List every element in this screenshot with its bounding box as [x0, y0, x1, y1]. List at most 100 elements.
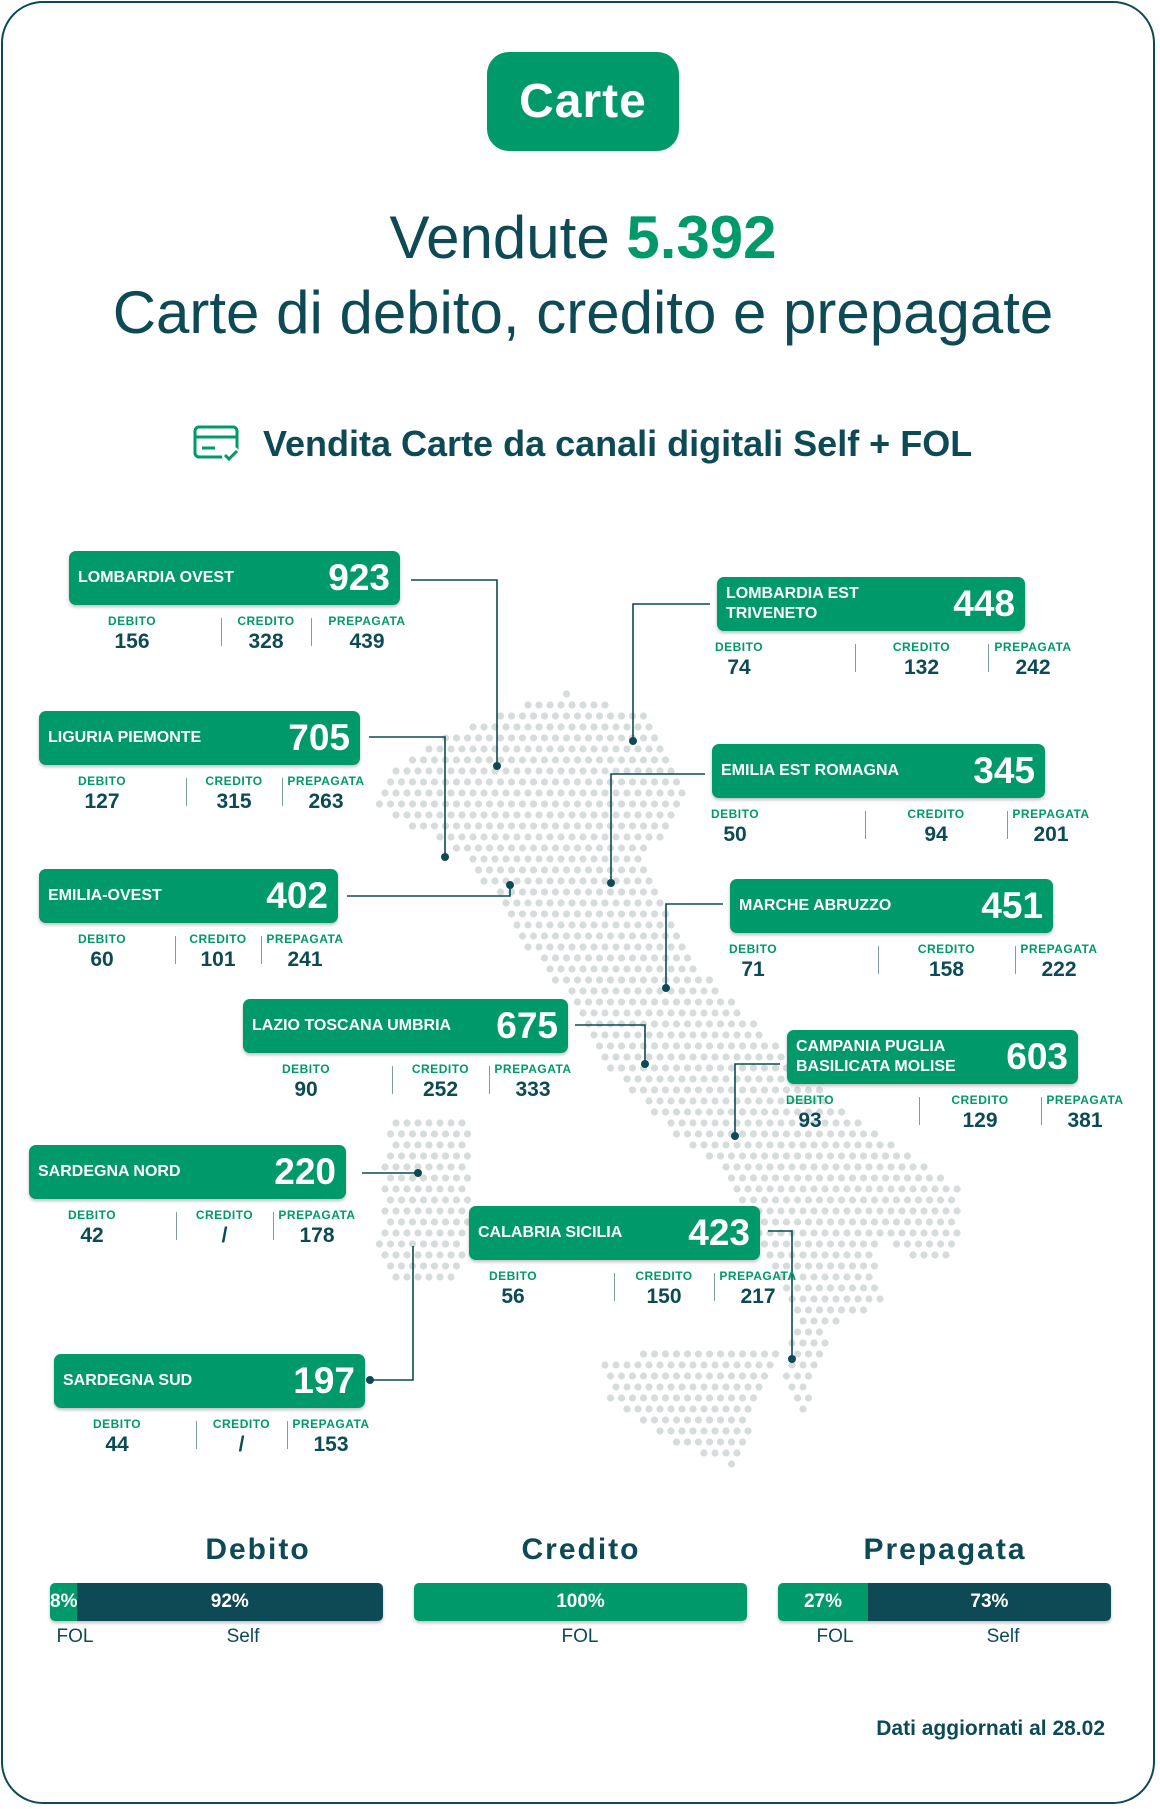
map-dot — [436, 1185, 444, 1193]
map-dot — [645, 987, 653, 995]
map-dot — [749, 1196, 758, 1204]
map-dot — [788, 1185, 796, 1193]
map-dot — [777, 1163, 785, 1171]
region-breakdown: DEBITO 56 CREDITO 150 PREPAGATA 217 — [3, 1268, 1153, 1312]
region-card: LAZIO TOSCANA UMBRIA 675 — [243, 999, 568, 1053]
region-total: 675 — [496, 1005, 558, 1046]
map-dot — [859, 1196, 868, 1204]
map-dot — [843, 1185, 851, 1193]
map-dot — [744, 1405, 752, 1413]
connector-dot — [506, 881, 514, 889]
map-dot — [799, 1185, 807, 1193]
map-dot — [854, 1185, 862, 1193]
map-dot — [606, 712, 615, 720]
stat-divider — [176, 1212, 177, 1240]
map-dot — [903, 1174, 912, 1182]
map-dot — [689, 1141, 697, 1149]
split-bar-debito: 8% 92% — [50, 1583, 383, 1621]
map-dot — [535, 899, 543, 907]
map-dot — [474, 866, 483, 874]
map-dot — [832, 1317, 840, 1325]
region-name: SARDEGNA NORD — [38, 1163, 181, 1180]
map-dot — [595, 1042, 604, 1050]
map-dot — [810, 1317, 818, 1325]
map-dot — [799, 1317, 807, 1325]
map-dot — [738, 1174, 747, 1182]
stat-credito-label: CREDITO — [892, 640, 951, 654]
map-dot — [386, 1174, 395, 1182]
map-dot — [865, 1185, 873, 1193]
map-dot — [744, 1185, 752, 1193]
map-dot — [716, 1042, 725, 1050]
stat-credito-value: 129 — [962, 1109, 998, 1132]
stat-credito-label: CREDITO — [411, 1062, 470, 1076]
map-dot — [507, 712, 516, 720]
map-dot — [727, 1460, 736, 1468]
map-dot — [579, 987, 587, 995]
map-dot — [815, 1174, 824, 1182]
map-dot — [749, 1174, 758, 1182]
map-dot — [485, 756, 494, 764]
map-dot — [601, 701, 609, 709]
map-dot — [403, 1163, 411, 1171]
stat-credito: CREDITO / — [196, 1207, 253, 1249]
map-dot — [705, 1372, 714, 1380]
map-dot — [480, 877, 488, 885]
map-dot — [760, 1350, 769, 1358]
map-dot — [942, 1185, 950, 1193]
map-dot — [788, 1163, 796, 1171]
map-dot — [551, 756, 560, 764]
map-dot — [639, 866, 648, 874]
region-total: 220 — [274, 1151, 336, 1192]
map-dot — [667, 1405, 675, 1413]
stat-credito-label: CREDITO — [907, 807, 965, 821]
map-dot — [535, 921, 543, 929]
map-dot — [403, 1251, 411, 1259]
map-dot — [381, 1163, 389, 1171]
map-dot — [755, 1383, 763, 1391]
map-dot — [832, 1141, 840, 1149]
map-dot — [617, 866, 626, 874]
map-dot — [595, 712, 604, 720]
map-dot — [507, 734, 516, 742]
map-dot — [738, 1152, 747, 1160]
map-dot — [496, 888, 505, 896]
map-dot — [612, 1031, 620, 1039]
map-dot — [733, 1361, 741, 1369]
map-dot — [513, 855, 521, 863]
map-dot — [430, 1152, 439, 1160]
map-dot — [463, 1196, 472, 1204]
map-dot — [771, 1350, 780, 1358]
stat-debito: DEBITO 74 — [715, 639, 763, 681]
map-dot — [700, 1405, 708, 1413]
map-dot — [645, 745, 653, 753]
map-dot — [667, 1031, 675, 1039]
stat-credito-label: CREDITO — [237, 614, 295, 628]
map-dot — [562, 866, 571, 874]
stat-divider — [865, 811, 866, 839]
map-dot — [634, 1009, 642, 1017]
map-dot — [656, 745, 664, 753]
map-dot — [793, 1394, 802, 1402]
map-dot — [656, 899, 664, 907]
map-dot — [892, 1196, 901, 1204]
map-dot — [848, 1196, 857, 1204]
map-dot — [601, 899, 609, 907]
map-dot — [689, 987, 697, 995]
region-name: MARCHE ABRUZZO — [739, 897, 892, 914]
map-dot — [755, 1141, 763, 1149]
map-dot — [760, 1174, 769, 1182]
stat-debito: DEBITO 71 — [729, 941, 777, 983]
stat-credito-value: 150 — [646, 1285, 682, 1308]
map-dot — [920, 1185, 928, 1193]
map-dot — [474, 756, 483, 764]
map-dot — [727, 1350, 736, 1358]
map-dot — [870, 1174, 879, 1182]
map-dot — [601, 723, 609, 731]
map-dot — [397, 1174, 406, 1182]
map-dot — [810, 1185, 818, 1193]
map-dot — [667, 1053, 675, 1061]
map-dot — [397, 1196, 406, 1204]
map-dot — [645, 899, 653, 907]
map-dot — [430, 1174, 439, 1182]
